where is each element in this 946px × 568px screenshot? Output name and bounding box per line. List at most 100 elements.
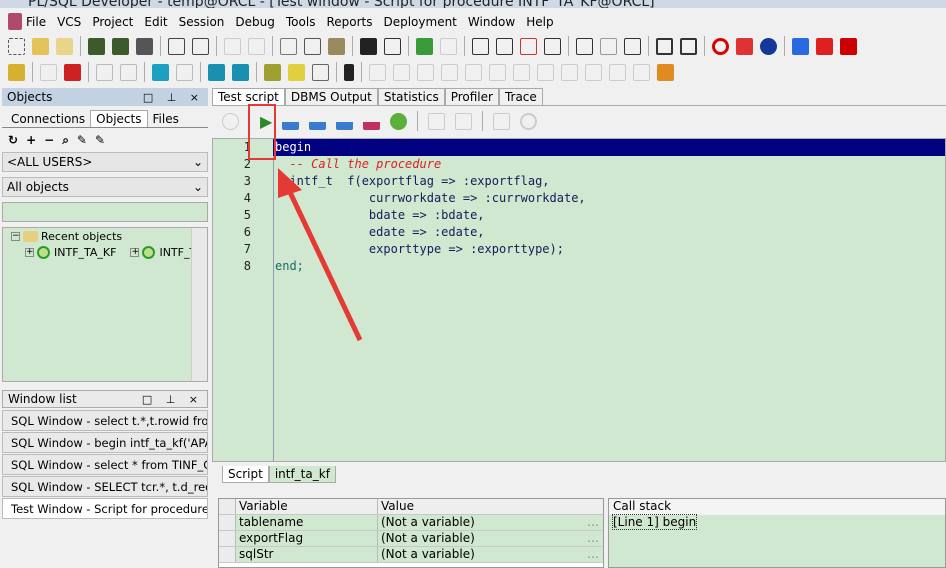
close-session-icon[interactable] xyxy=(840,37,857,55)
break-icon[interactable] xyxy=(64,63,81,81)
tree-item[interactable]: + INTF_TA_KF xyxy=(11,244,116,260)
sql-window-icon[interactable] xyxy=(152,63,169,81)
uncomment-icon[interactable] xyxy=(544,37,561,55)
object-icon-2[interactable] xyxy=(393,63,410,81)
variable-name[interactable]: tablename xyxy=(236,515,378,530)
printer-icon[interactable] xyxy=(624,37,641,55)
user-select[interactable]: <ALL USERS> ⌄ xyxy=(2,152,208,172)
menu-reports[interactable]: Reports xyxy=(326,15,372,29)
find-icon[interactable] xyxy=(360,37,377,55)
variable-value[interactable]: (Not a variable) xyxy=(381,531,475,546)
filter-input[interactable] xyxy=(2,202,208,222)
tab-objects[interactable]: Objects xyxy=(90,110,148,127)
screen-icon[interactable] xyxy=(493,112,511,130)
object-icon-5[interactable] xyxy=(465,63,482,81)
test-window-icon[interactable] xyxy=(232,63,249,81)
object-icon-6[interactable] xyxy=(489,63,506,81)
menu-vcs[interactable]: VCS xyxy=(57,15,81,29)
code-line[interactable]: currworkdate => :currworkdate, xyxy=(275,190,945,207)
object-icon-4[interactable] xyxy=(441,63,458,81)
find-icon[interactable]: ⌕ xyxy=(62,133,69,148)
menu-help[interactable]: Help xyxy=(526,15,553,29)
window-list-item[interactable]: SQL Window - begin intf_ta_kf('APART xyxy=(2,432,208,453)
tab-connections[interactable]: Connections xyxy=(6,111,91,127)
step-out-icon[interactable] xyxy=(336,113,354,130)
variable-row[interactable]: exportFlag (Not a variable) … xyxy=(219,531,603,547)
menu-file[interactable]: File xyxy=(26,15,46,29)
key-icon[interactable] xyxy=(8,63,25,81)
tab-trace[interactable]: Trace xyxy=(498,88,543,105)
undo-icon[interactable] xyxy=(224,37,241,55)
step-into-icon[interactable] xyxy=(282,113,300,130)
object-icon-11[interactable] xyxy=(609,63,626,81)
expand-icon[interactable]: + xyxy=(130,247,140,257)
oracle-icon[interactable] xyxy=(712,37,729,55)
paste-icon[interactable] xyxy=(328,37,345,55)
window-list-item[interactable]: SQL Window - select * from TINF_CUS xyxy=(2,454,208,475)
menu-project[interactable]: Project xyxy=(92,15,133,29)
code-line[interactable]: edate => :edate, xyxy=(275,224,945,241)
window-list-item[interactable]: SQL Window - SELECT tcr.*, t.d_reque xyxy=(2,476,208,497)
pdf-icon[interactable] xyxy=(736,37,753,55)
debug-icon[interactable] xyxy=(222,112,239,130)
menu-edit[interactable]: Edit xyxy=(144,15,167,29)
menu-window[interactable]: Window xyxy=(468,15,515,29)
object-icon-1[interactable] xyxy=(369,63,386,81)
remove-icon[interactable]: − xyxy=(44,133,54,147)
list-icon[interactable] xyxy=(472,37,489,55)
variable-name[interactable]: exportFlag xyxy=(236,531,378,546)
rollback-icon[interactable] xyxy=(120,63,137,81)
code-line[interactable]: end; xyxy=(275,258,945,275)
tree-root[interactable]: − Recent objects xyxy=(11,228,207,244)
query-icon[interactable] xyxy=(208,63,225,81)
variable-name[interactable]: sqlStr xyxy=(236,547,378,562)
expand-icon[interactable]: + xyxy=(25,247,34,257)
watch-icon[interactable] xyxy=(428,112,446,130)
connect-icon[interactable] xyxy=(576,37,593,55)
settings-gear-icon[interactable] xyxy=(390,112,408,130)
sql-icon[interactable] xyxy=(176,63,193,81)
find-next-icon[interactable] xyxy=(384,37,401,55)
import-icon[interactable] xyxy=(416,37,433,55)
open-window-icon[interactable] xyxy=(56,37,73,55)
back-icon[interactable] xyxy=(816,37,833,55)
copy-icon[interactable] xyxy=(304,37,321,55)
object-type-select[interactable]: All objects ⌄ xyxy=(2,177,208,197)
keys-icon[interactable] xyxy=(264,63,281,81)
forward-icon[interactable] xyxy=(792,37,809,55)
code-line[interactable]: bdate => :bdate, xyxy=(275,207,945,224)
panel-controls[interactable]: □ ⊥ × xyxy=(143,91,208,104)
tile-icon[interactable] xyxy=(680,37,697,55)
save-icon[interactable] xyxy=(88,37,105,55)
object-icon-10[interactable] xyxy=(585,63,602,81)
window-list-item[interactable]: Test Window - Script for procedure INT xyxy=(2,498,208,519)
menu-session[interactable]: Session xyxy=(179,15,225,29)
tree-scrollbar[interactable] xyxy=(191,228,207,381)
object-icon-3[interactable] xyxy=(417,63,434,81)
call-stack-item[interactable]: [Line 1] begin xyxy=(612,514,698,530)
code-line[interactable]: -- Call the procedure xyxy=(275,156,945,173)
tab-bottom-procedure[interactable]: intf_ta_kf xyxy=(268,466,336,483)
object-icon-8[interactable] xyxy=(537,63,554,81)
ellipsis-button[interactable]: … xyxy=(587,547,603,562)
disconnect-icon[interactable] xyxy=(600,37,617,55)
refresh-icon[interactable]: ↻ xyxy=(8,133,18,147)
print-icon[interactable] xyxy=(168,37,185,55)
filter-icon[interactable]: ✎ xyxy=(77,133,87,147)
history-icon[interactable] xyxy=(312,63,329,81)
commit-icon[interactable] xyxy=(96,63,113,81)
column-header-value[interactable]: Value xyxy=(378,499,603,514)
code-line[interactable]: begin xyxy=(273,139,945,156)
compile-icon[interactable] xyxy=(40,63,57,81)
cut-icon[interactable] xyxy=(280,37,297,55)
menu-deployment[interactable]: Deployment xyxy=(383,15,456,29)
variable-value[interactable]: (Not a variable) xyxy=(381,515,475,530)
variable-row[interactable]: sqlStr (Not a variable)… xyxy=(219,547,603,563)
print-setup-icon[interactable] xyxy=(192,37,209,55)
checklist-icon[interactable] xyxy=(288,63,305,81)
run-to-exception-icon[interactable] xyxy=(363,113,381,130)
tab-files[interactable]: Files xyxy=(147,111,184,127)
panel-controls[interactable]: □ ⊥ × xyxy=(142,393,207,406)
object-icon-9[interactable] xyxy=(561,63,578,81)
ellipsis-button[interactable]: … xyxy=(587,531,603,546)
